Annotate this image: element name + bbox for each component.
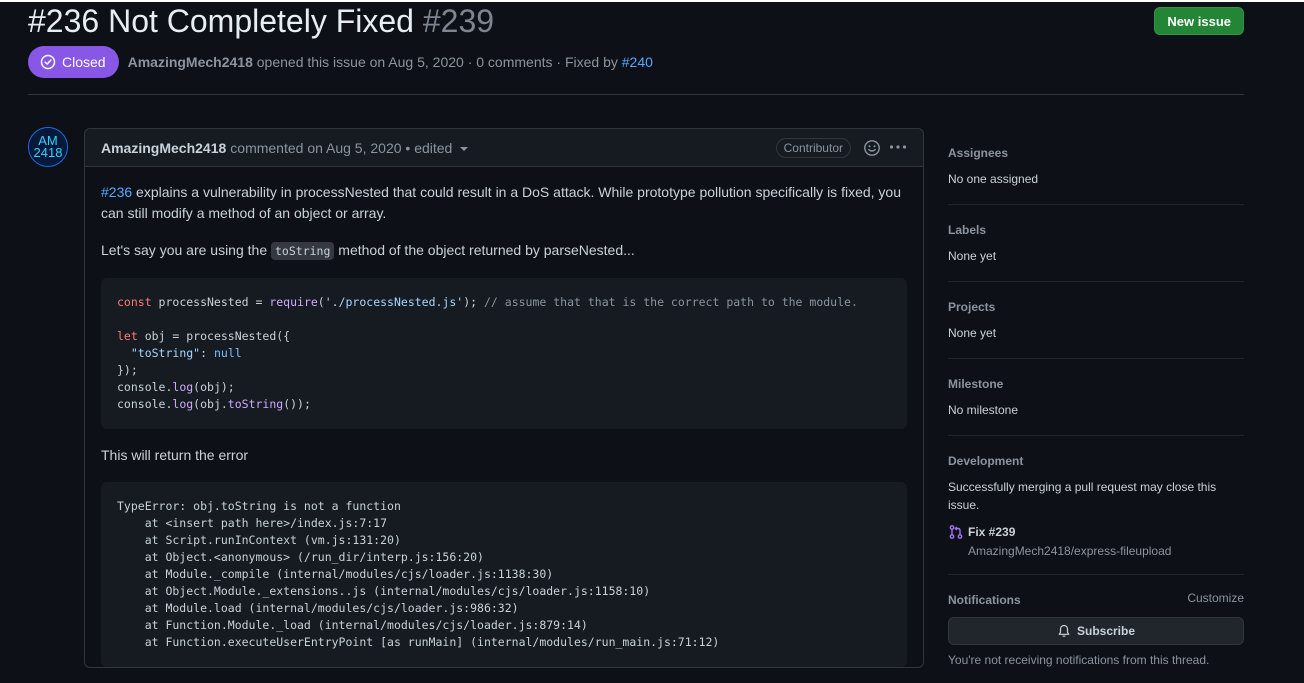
subscribe-button[interactable]: Subscribe [948,617,1244,645]
code-token: : [200,346,214,360]
inline-code: toString [271,242,335,260]
comment-paragraph-2: Let's say you are using the toString met… [101,240,907,262]
error-line: at Script.runInContext (vm.js:131:20) [117,533,401,547]
comment-author-link[interactable]: AmazingMech2418 [101,140,226,156]
error-line: at Module._compile (internal/modules/cjs… [117,567,554,581]
error-line: at Module.load (internal/modules/cjs/loa… [117,601,519,615]
code-token: ( [317,295,325,309]
issue-meta: Closed AmazingMech2418 opened this issue… [28,46,653,78]
subscribe-note: You're not receiving notifications from … [948,653,1210,667]
code-token: }); [117,363,138,377]
code-token: processNested = [151,295,270,309]
avatar[interactable]: AM 2418 [28,127,68,167]
sidebar-notifications: Notifications Customize Subscribe You're… [948,575,1244,683]
code-comment: // assume that that is the correct path … [484,295,858,309]
code-token: obj = processNested({ [137,329,291,343]
issue-comment: AmazingMech2418 commented on Aug 5, 2020… [84,128,924,668]
comment-body: #236 explains a vulnerability in process… [85,167,923,667]
code-token: log [172,380,194,394]
new-issue-button[interactable]: New issue [1154,7,1244,35]
code-token: console. [117,397,173,411]
contributor-badge: Contributor [775,138,851,158]
customize-link[interactable]: Customize [1187,591,1244,609]
code-token: let [117,329,138,343]
sidebar-development: Development Successfully merging a pull … [948,436,1244,575]
error-line: at Function.executeUserEntryPoint [as ru… [117,635,720,649]
development-heading[interactable]: Development [948,452,1244,470]
code-token: ); [463,295,484,309]
issue-opened-text: opened this issue on Aug 5, 2020 · 0 com… [256,54,618,70]
header-divider [28,94,1244,95]
comment-paragraph-2-pre: Let's say you are using the [101,242,268,258]
avatar-image: AM 2418 [29,128,67,166]
git-pull-request-icon [949,525,963,539]
caret-down-icon[interactable] [460,147,469,151]
issue-number: #239 [422,3,495,39]
comment-paragraph-1-text: explains a vulnerability in processNeste… [101,184,901,221]
error-line: TypeError: obj.toString is not a functio… [117,499,401,513]
issue-header: #236 Not Completely Fixed #239 New issue [28,2,1244,40]
notifications-heading: Notifications [948,593,1021,607]
error-line: at Function.Module._load (internal/modul… [117,618,588,632]
error-line: at Object.<anonymous> (/run_dir/interp.j… [117,550,484,564]
code-token: require [269,295,318,309]
labels-heading[interactable]: Labels [948,221,1244,239]
code-token: const [117,295,152,309]
development-value: Successfully merging a pull request may … [948,480,1217,512]
assignees-heading[interactable]: Assignees [948,144,1244,162]
sidebar-projects: Projects None yet [948,282,1244,359]
projects-value: None yet [948,326,997,340]
sidebar-milestone: Milestone No milestone [948,359,1244,436]
comment-header: AmazingMech2418 commented on Aug 5, 2020… [85,129,923,167]
issue-title-text: #236 Not Completely Fixed [28,3,414,39]
error-line: at Object.Module._extensions..js (intern… [117,584,651,598]
code-token: toString [227,397,284,411]
code-token: console. [117,380,173,394]
code-token: "toString" [130,346,201,360]
comment-paragraph-2-post: method of the object returned by parseNe… [338,242,635,258]
linked-pr-repo[interactable]: AmazingMech2418/express-fileupload [968,544,1244,558]
code-token: ()); [283,397,311,411]
comment-paragraph-3: This will return the error [101,447,249,463]
issue-236-link[interactable]: #236 [101,184,132,200]
code-block: const processNested = require('./process… [101,278,907,429]
labels-value: None yet [948,249,997,263]
issue-sidebar: Assignees No one assigned Labels None ye… [948,128,1244,683]
code-token: null [213,346,242,360]
kebab-icon[interactable] [889,144,907,150]
comment-paragraph-1: #236 explains a vulnerability in process… [101,182,907,224]
linked-pr-title[interactable]: Fix #239 [968,525,1015,539]
projects-heading[interactable]: Projects [948,298,1244,316]
subscribe-label: Subscribe [1076,624,1136,638]
issue-meta-text: AmazingMech2418 opened this issue on Aug… [128,54,653,70]
milestone-heading[interactable]: Milestone [948,375,1244,393]
sidebar-assignees: Assignees No one assigned [948,128,1244,205]
sidebar-labels: Labels None yet [948,205,1244,282]
milestone-value: No milestone [948,403,1019,417]
notifications-header: Notifications Customize [948,591,1244,609]
issue-author-link[interactable]: AmazingMech2418 [128,54,253,70]
code-token: (obj. [193,397,228,411]
bell-icon [1058,624,1070,637]
error-code-block: TypeError: obj.toString is not a functio… [101,482,907,667]
issue-title: #236 Not Completely Fixed #239 [28,2,494,40]
fixed-by-link[interactable]: #240 [622,54,653,70]
error-line: at <insert path here>/index.js:7:17 [117,516,388,530]
comment-meta: commented on Aug 5, 2020 • edited [230,139,453,156]
status-badge: Closed [28,46,119,78]
assignees-value: No one assigned [948,172,1039,186]
code-token: log [172,397,194,411]
closed-check-icon [40,54,56,70]
status-badge-label: Closed [62,54,106,70]
avatar-text-line: 2418 [34,145,63,160]
smiley-icon[interactable] [863,139,881,157]
code-token: (obj); [193,380,235,394]
linked-pr[interactable]: Fix #239 [948,524,1244,540]
code-token: './processNested.js' [324,295,464,309]
